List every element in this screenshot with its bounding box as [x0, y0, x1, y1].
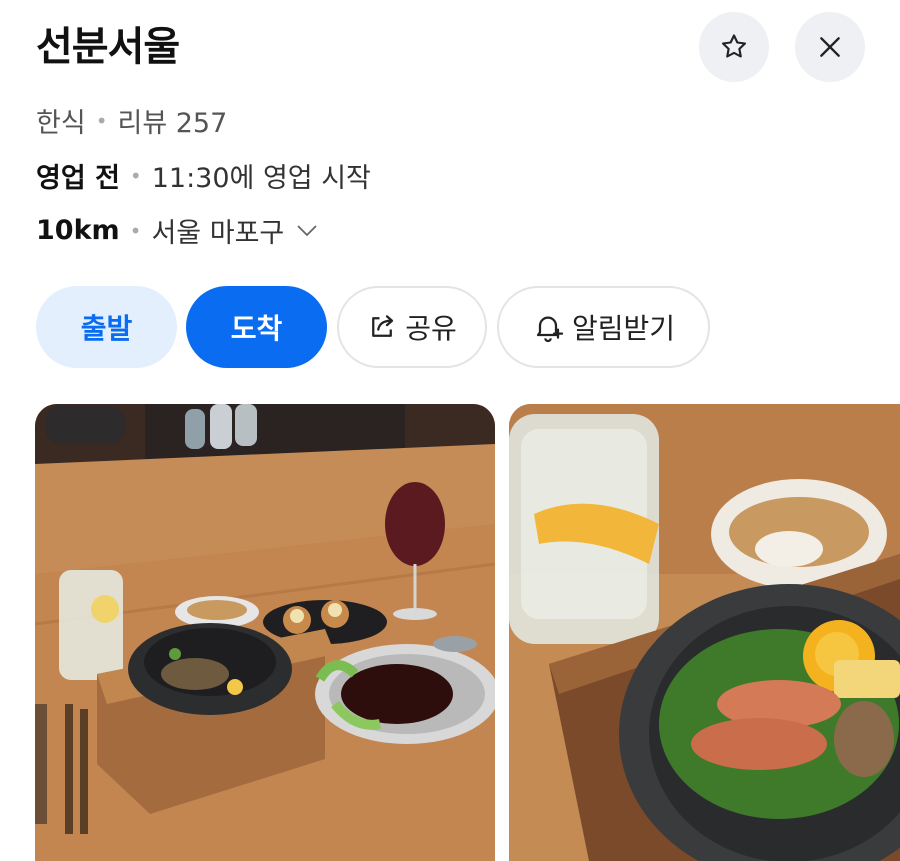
- address-label: 서울 마포구: [151, 218, 285, 249]
- distance-label: 10km: [36, 215, 120, 246]
- separator-dot: •: [129, 163, 142, 188]
- arrive-label: 도착: [230, 312, 283, 345]
- depart-label: 출발: [80, 312, 133, 345]
- star-outline-icon: [721, 34, 747, 58]
- close-icon: [820, 37, 840, 57]
- category-row: 한식 • 리뷰 257: [36, 101, 227, 140]
- share-button[interactable]: 공유: [337, 286, 487, 368]
- place-name: 선분서울: [36, 24, 180, 70]
- review-count[interactable]: 리뷰 257: [117, 101, 227, 140]
- location-row[interactable]: 10km • 서울 마포구: [36, 211, 318, 250]
- bell-plus-icon: [532, 311, 564, 343]
- close-button[interactable]: [795, 12, 865, 82]
- share-icon: [367, 312, 397, 342]
- hours-row[interactable]: 영업 전 • 11:30에 영업 시작: [36, 156, 371, 195]
- arrive-button[interactable]: 도착: [186, 286, 327, 368]
- share-label: 공유: [405, 312, 457, 345]
- photo-2[interactable]: [509, 404, 900, 861]
- separator-dot: •: [95, 108, 108, 133]
- depart-button[interactable]: 출발: [36, 286, 177, 368]
- chevron-down-icon[interactable]: [296, 224, 318, 238]
- alarm-button[interactable]: 알림받기: [497, 286, 710, 368]
- photo-1[interactable]: [35, 404, 495, 861]
- opening-time: 11:30에 영업 시작: [151, 163, 371, 194]
- category-label: 한식: [36, 108, 86, 139]
- business-status: 영업 전: [36, 163, 120, 194]
- alarm-label: 알림받기: [571, 312, 676, 345]
- favorite-button[interactable]: [699, 12, 769, 82]
- separator-dot: •: [129, 218, 142, 243]
